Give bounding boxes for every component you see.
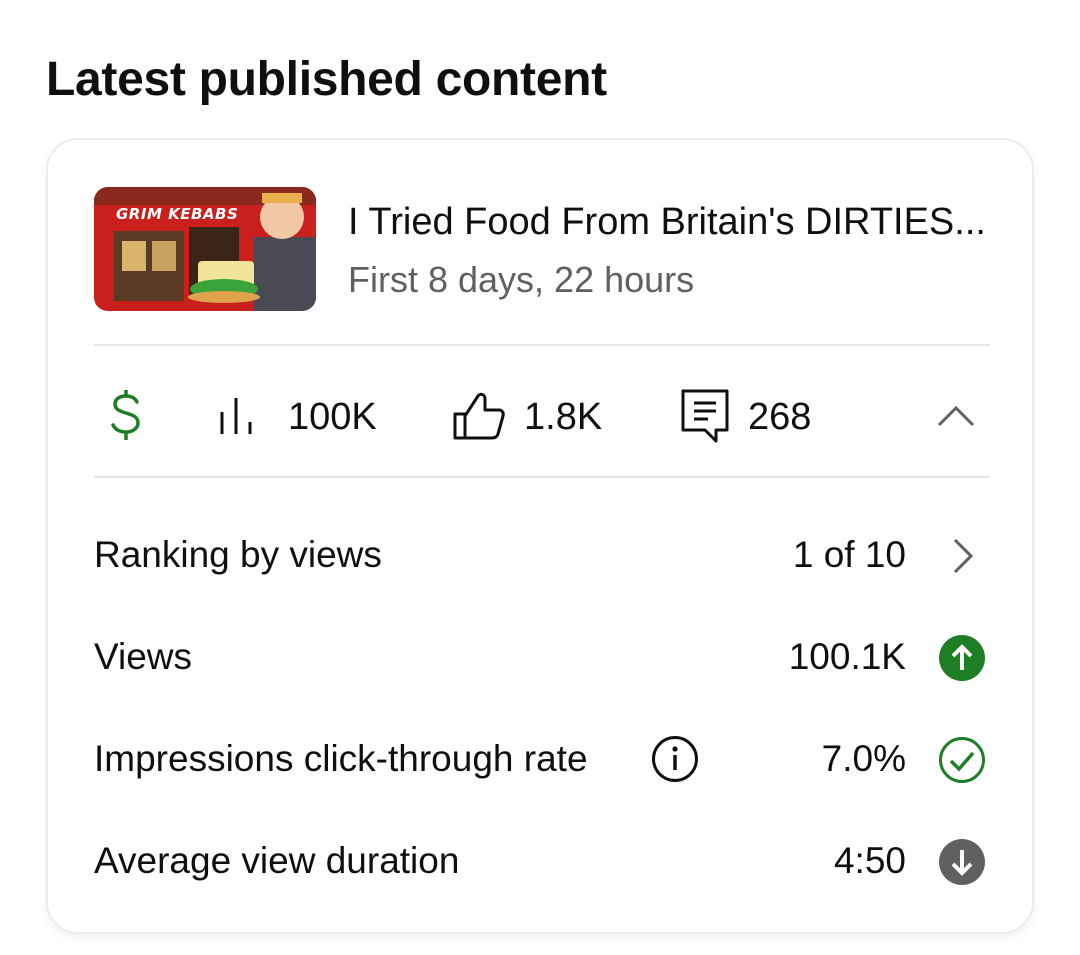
comment-icon <box>680 388 730 449</box>
info-icon[interactable] <box>650 734 700 784</box>
metric-label: Average view duration <box>94 840 460 881</box>
arrow-down-circle-icon <box>938 838 986 886</box>
thumbs-up-icon <box>452 390 506 447</box>
video-title[interactable]: I Tried Food From Britain's DIRTIES... <box>348 201 988 244</box>
divider-top <box>94 344 990 346</box>
bar-chart-icon <box>218 396 262 441</box>
views-count: 100K <box>288 396 377 438</box>
video-row[interactable]: GRIM KEBABS I Tried Food From Britain's … <box>94 187 994 311</box>
check-circle-icon <box>938 736 986 784</box>
section-title: Latest published content <box>46 53 607 106</box>
thumbnail-text: GRIM KEBABS <box>116 205 239 223</box>
divider-bottom <box>94 476 990 478</box>
likes-count: 1.8K <box>524 396 603 438</box>
chevron-up-icon[interactable] <box>936 404 976 433</box>
metric-value: 1 of 10 <box>792 534 906 575</box>
arrow-up-circle-icon <box>938 634 986 682</box>
metric-row-ctr[interactable]: Impressions click-through rate 7.0% <box>94 730 990 790</box>
metric-value: 4:50 <box>833 840 906 881</box>
chevron-right-icon[interactable] <box>938 532 986 580</box>
metric-row-avd[interactable]: Average view duration 4:50 <box>94 832 990 892</box>
latest-content-card[interactable]: GRIM KEBABS I Tried Food From Britain's … <box>46 138 1034 934</box>
metric-label: Views <box>94 636 193 677</box>
video-thumbnail[interactable]: GRIM KEBABS <box>94 187 316 311</box>
metric-label: Impressions click-through rate <box>94 738 588 779</box>
metric-label: Ranking by views <box>94 534 382 575</box>
video-period: First 8 days, 22 hours <box>348 259 695 300</box>
metric-row-ranking[interactable]: Ranking by views 1 of 10 <box>94 526 990 586</box>
metric-value: 7.0% <box>821 738 906 779</box>
dollar-icon <box>108 390 144 447</box>
metric-row-views[interactable]: Views 100.1K <box>94 628 990 688</box>
stats-row[interactable]: 100K 1.8K 268 <box>94 378 990 458</box>
comments-count: 268 <box>748 396 812 438</box>
metric-value: 100.1K <box>788 636 906 677</box>
